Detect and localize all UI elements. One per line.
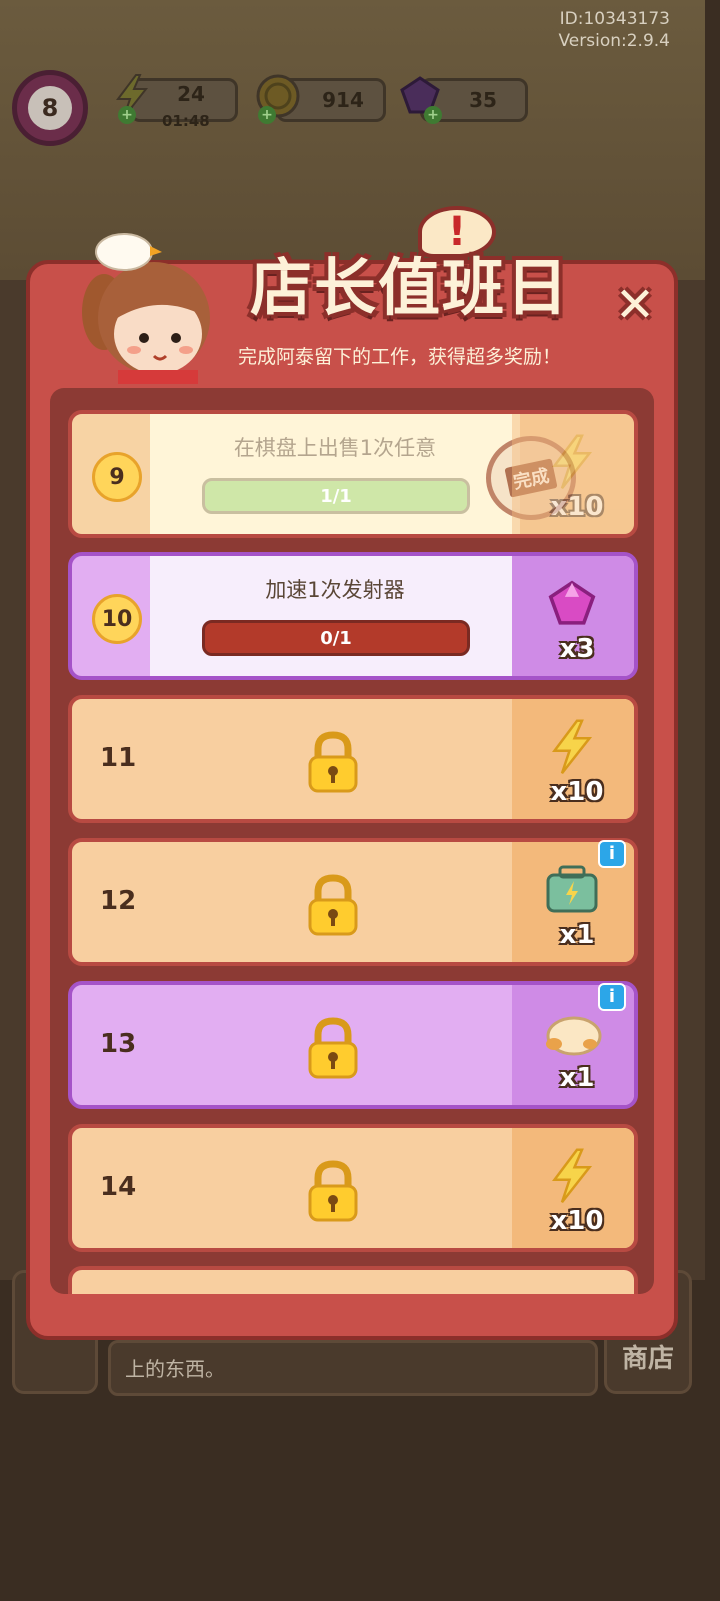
version-label: Version:2.9.4	[558, 31, 671, 51]
energy-value: 24	[177, 82, 205, 106]
task-progress-text: 0/1	[320, 627, 352, 649]
task-card-11[interactable]: 11 x10	[68, 695, 638, 823]
task-progress-text: 1/1	[320, 485, 352, 507]
task-number: 11	[100, 743, 137, 773]
reward-quantity: x1	[559, 1063, 595, 1093]
energy-timer: 01:48	[162, 112, 210, 130]
task-card-9[interactable]: 9 在棋盘上出售1次任意 1/1 完成 x10	[68, 410, 638, 538]
task-card-10[interactable]: 10 加速1次发射器 0/1 x3	[68, 552, 638, 680]
task-card-next[interactable]	[68, 1266, 638, 1294]
lock-icon	[308, 874, 358, 936]
task-number: 13	[100, 1029, 137, 1059]
task-list[interactable]: 9 在棋盘上出售1次任意 1/1 完成 x10 10 加速1次发射器 0/1 x…	[50, 388, 654, 1294]
panel-title: 店长值班日	[250, 251, 571, 324]
player-id: ID:10343173	[559, 9, 670, 29]
energy-icon	[540, 432, 604, 492]
task-number-badge: 10	[92, 594, 142, 644]
reward-quantity: x10	[550, 1206, 604, 1236]
task-progress-bar: 0/1	[202, 620, 470, 656]
task-reward: x3	[512, 556, 634, 676]
build-info: ID:10343173 Version:2.9.4	[559, 8, 671, 52]
shopkeeper-avatar	[82, 233, 210, 384]
task-ticket: 在棋盘上出售1次任意 1/1 完成	[150, 414, 576, 534]
player-level-badge[interactable]: 8	[12, 70, 88, 146]
task-number: 14	[100, 1172, 137, 1202]
bread-icon	[540, 1003, 604, 1063]
lock-icon	[308, 1160, 358, 1222]
task-card-12[interactable]: 12 i x1	[68, 838, 638, 966]
gem-icon	[540, 574, 604, 634]
add-gems-icon[interactable]: +	[424, 106, 442, 124]
panel-subtitle: 完成阿泰留下的工作，获得超多奖励！	[238, 346, 562, 368]
task-reward: i x1	[512, 840, 634, 962]
task-card-14[interactable]: 14 x10	[68, 1124, 638, 1252]
energy-chest-icon	[540, 860, 604, 920]
reward-quantity: x10	[550, 777, 604, 807]
reward-quantity: x10	[550, 492, 604, 522]
task-ticket: 加速1次发射器 0/1	[150, 556, 520, 676]
task-progress-bar: 1/1	[202, 478, 470, 514]
task-description: 在棋盘上出售1次任意	[233, 436, 437, 460]
lock-icon	[308, 731, 358, 793]
task-reward: x10	[512, 699, 634, 819]
gem-value: 35	[469, 88, 497, 112]
lock-icon	[308, 1017, 358, 1079]
task-reward: x10	[512, 414, 634, 534]
player-level: 8	[28, 86, 72, 130]
coin-value: 914	[322, 88, 364, 112]
close-button[interactable]: ✕	[610, 280, 660, 330]
task-description: 加速1次发射器	[265, 578, 405, 602]
energy-icon	[540, 717, 604, 777]
task-number: 12	[100, 886, 137, 916]
energy-icon	[540, 1146, 604, 1206]
task-reward: i x1	[512, 983, 634, 1105]
task-number-badge: 9	[92, 452, 142, 502]
reward-quantity: x3	[559, 634, 595, 664]
add-coins-icon[interactable]: +	[258, 106, 276, 124]
task-reward: x10	[512, 1128, 634, 1248]
reward-quantity: x1	[559, 920, 595, 950]
bottom-dialog-text: 上的东西。	[108, 1340, 598, 1396]
add-energy-icon[interactable]: +	[118, 106, 136, 124]
task-card-13[interactable]: 13 i x1	[68, 981, 638, 1109]
